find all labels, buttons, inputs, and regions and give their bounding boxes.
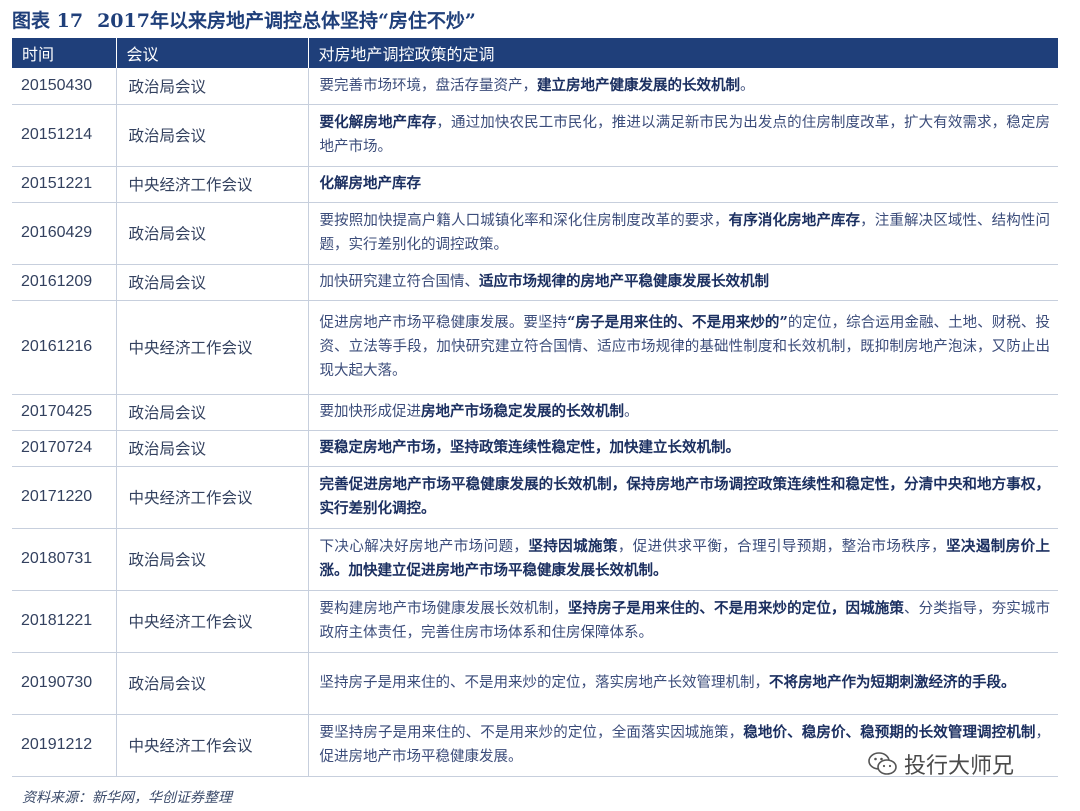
table-row: 20160429 政治局会议 要按照加快提高户籍人口城镇化率和深化住房制度改革的要求…	[12, 202, 1058, 265]
row-date: 20171220	[12, 466, 117, 529]
row-date: 20180731	[12, 528, 117, 591]
figure-label: 图表 17	[12, 10, 84, 32]
policy-text: 坚持房子是用来住的、不是用来炒的定位，落实房地产长效管理机制，	[319, 675, 770, 691]
table-header-row: 时间 会议 对房地产调控政策的定调	[12, 38, 1058, 68]
table-row: 20150430 政治局会议 要完善市场环境，盘活存量资产，建立房地产健康发展的长效…	[12, 68, 1058, 105]
row-meeting: 中央经济工作会议	[116, 590, 309, 653]
row-policy: 完善促进房地产市场平稳健康发展的长效机制，保持房地产市场调控政策连续性和稳定性，…	[308, 466, 1058, 529]
table-row: 20151221 中央经济工作会议 化解房地产库存	[12, 166, 1058, 203]
row-policy: 要加快形成促进房地产市场稳定发展的长效机制。	[308, 394, 1058, 431]
row-date: 20170724	[12, 430, 117, 467]
row-meeting: 中央经济工作会议	[116, 300, 309, 395]
row-policy: 下决心解决好房地产市场问题，坚持因城施策，促进供求平衡，合理引导预期，整治市场秩…	[308, 528, 1058, 591]
row-meeting: 中央经济工作会议	[116, 466, 309, 529]
policy-text: ，促进供求平衡，合理引导预期，整治市场秩序，	[617, 539, 947, 555]
policy-text: 要按照加快提高户籍人口城镇化率和深化住房制度改革的要求，	[319, 213, 729, 229]
row-date: 20160429	[12, 202, 117, 265]
watermark-text: 投行大师兄	[904, 754, 1015, 779]
header-date: 时间	[12, 38, 117, 68]
policy-highlight: 坚持因城施策	[528, 538, 618, 555]
policy-highlight: 完善促进房地产市场平稳健康发展的长效机制，保持房地产市场调控政策连续性和稳定性，…	[319, 476, 1051, 517]
row-policy: 坚持房子是用来住的、不是用来炒的定位，落实房地产长效管理机制，不将房地产作为短期…	[308, 652, 1058, 715]
row-policy: 要按照加快提高户籍人口城镇化率和深化住房制度改革的要求，有序消化房地产库存，注重…	[308, 202, 1058, 265]
row-meeting: 政治局会议	[116, 528, 309, 591]
row-date: 20151221	[12, 166, 117, 203]
source-note: 资料来源：新华网，华创证券整理	[22, 790, 232, 806]
policy-text: 要加快形成促进	[319, 404, 422, 420]
table-row: 20151214 政治局会议 要化解房地产库存，通过加快农民工市民化，推进以满足新市…	[12, 104, 1058, 167]
policy-text: 要坚持房子是用来住的、不是用来炒的定位，全面落实因城施策，	[319, 725, 744, 741]
table-row: 20181221 中央经济工作会议 要构建房地产市场健康发展长效机制，坚持房子是用来…	[12, 590, 1058, 653]
row-date: 20170425	[12, 394, 117, 431]
table-row: 20161216 中央经济工作会议 促进房地产市场平稳健康发展。要坚持“房子是用来住…	[12, 300, 1058, 395]
row-meeting: 政治局会议	[116, 104, 309, 167]
policy-text: 下决心解决好房地产市场问题，	[319, 539, 529, 555]
watermark: 投行大师兄	[868, 748, 1014, 780]
row-meeting: 中央经济工作会议	[116, 714, 309, 777]
policy-text: 。	[740, 77, 755, 94]
row-meeting: 政治局会议	[116, 652, 309, 715]
policy-text: 。	[624, 404, 639, 420]
row-date: 20151214	[12, 104, 117, 167]
figure-title: 2017年以来房地产调控总体坚持“房住不炒”	[97, 10, 476, 32]
header-policy: 对房地产调控政策的定调	[308, 38, 1058, 68]
row-meeting: 政治局会议	[116, 68, 309, 105]
row-meeting: 中央经济工作会议	[116, 166, 309, 203]
row-meeting: 政治局会议	[116, 202, 309, 265]
row-meeting: 政治局会议	[116, 430, 309, 467]
wechat-icon	[868, 752, 897, 775]
row-policy: 要完善市场环境，盘活存量资产，建立房地产健康发展的长效机制。	[308, 68, 1058, 105]
row-policy: 要化解房地产库存，通过加快农民工市民化，推进以满足新市民为出发点的住房制度改革，…	[308, 104, 1058, 167]
table-row: 20170724 政治局会议 要稳定房地产市场，坚持政策连续性稳定性，加快建立长效机…	[12, 430, 1058, 467]
policy-highlight: 要化解房地产库存	[319, 114, 437, 131]
row-meeting: 政治局会议	[116, 394, 309, 431]
row-date: 20150430	[12, 68, 117, 105]
policy-highlight: 不将房地产作为短期刺激经济的手段。	[769, 674, 1016, 691]
table-row: 20190730 政治局会议 坚持房子是用来住的、不是用来炒的定位，落实房地产长效管…	[12, 652, 1058, 715]
policy-highlight: 坚持房子是用来住的、不是用来炒的定位，因城施策	[567, 600, 905, 617]
header-meeting: 会议	[116, 38, 309, 68]
policy-highlight: 化解房地产库存	[319, 175, 422, 192]
policy-table: 时间 会议 对房地产调控政策的定调 20150430 政治局会议 要完善市场环境，盘…	[12, 38, 1058, 777]
table-row: 20171220 中央经济工作会议 完善促进房地产市场平稳健康发展的长效机制，保持房…	[12, 466, 1058, 529]
row-date: 20161209	[12, 264, 117, 301]
row-date: 20190730	[12, 652, 117, 715]
row-date: 20181221	[12, 590, 117, 653]
policy-highlight: 要稳定房地产市场，坚持政策连续性稳定性，加快建立长效机制。	[319, 439, 741, 456]
policy-highlight: 适应市场规律的房地产平稳健康发展长效机制	[479, 273, 769, 290]
row-policy: 化解房地产库存	[308, 166, 1058, 203]
row-date: 20191212	[12, 714, 117, 777]
policy-text: 要构建房地产市场健康发展长效机制，	[319, 601, 568, 617]
table-body: 20150430 政治局会议 要完善市场环境，盘活存量资产，建立房地产健康发展的长效…	[12, 68, 1058, 777]
row-meeting: 政治局会议	[116, 264, 309, 301]
row-policy: 要稳定房地产市场，坚持政策连续性稳定性，加快建立长效机制。	[308, 430, 1058, 467]
policy-text: 促进房地产市场平稳健康发展。要坚持	[319, 315, 568, 331]
policy-highlight: “房子是用来住的、不是用来炒的”	[567, 314, 788, 331]
table-row: 20161209 政治局会议 加快研究建立符合国情、适应市场规律的房地产平稳健康发展…	[12, 264, 1058, 301]
policy-text: 加快研究建立符合国情、	[319, 274, 480, 290]
row-policy: 促进房地产市场平稳健康发展。要坚持“房子是用来住的、不是用来炒的”的定位，综合运…	[308, 300, 1058, 395]
table-row: 20170425 政治局会议 要加快形成促进房地产市场稳定发展的长效机制。	[12, 394, 1058, 431]
policy-text: 要完善市场环境，盘活存量资产，	[319, 77, 538, 94]
table-row: 20180731 政治局会议 下决心解决好房地产市场问题，坚持因城施策，促进供求平衡…	[12, 528, 1058, 591]
row-policy: 要构建房地产市场健康发展长效机制，坚持房子是用来住的、不是用来炒的定位，因城施策…	[308, 590, 1058, 653]
row-policy: 加快研究建立符合国情、适应市场规律的房地产平稳健康发展长效机制	[308, 264, 1058, 301]
policy-highlight: 房地产市场稳定发展的长效机制	[421, 403, 624, 420]
figure-title-bar: 图表 17 2017年以来房地产调控总体坚持“房住不炒”	[12, 6, 476, 36]
policy-highlight: 建立房地产健康发展的长效机制	[537, 76, 740, 94]
row-date: 20161216	[12, 300, 117, 395]
policy-highlight: 有序消化房地产库存	[728, 212, 861, 229]
policy-highlight: 稳地价、稳房价、稳预期的长效管理调控机制	[743, 724, 1036, 741]
